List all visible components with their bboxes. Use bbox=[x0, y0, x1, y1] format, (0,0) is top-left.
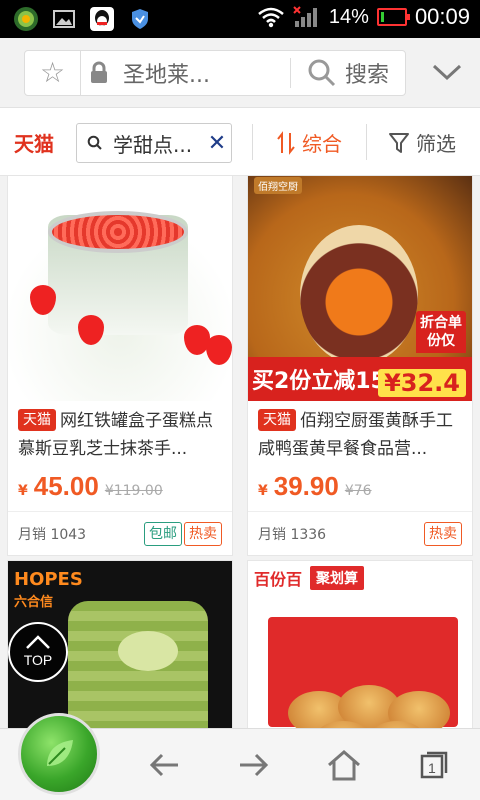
clear-search-button[interactable]: ✕ bbox=[203, 131, 231, 156]
product-card[interactable]: 百份百 聚划算 bbox=[247, 560, 473, 728]
forward-button[interactable] bbox=[234, 747, 274, 783]
wifi-icon bbox=[258, 7, 284, 28]
currency-symbol: ¥ bbox=[18, 483, 28, 499]
free-shipping-tag: 包邮 bbox=[144, 521, 182, 546]
divider bbox=[252, 124, 253, 160]
search-icon bbox=[77, 135, 113, 151]
sort-label: 综合 bbox=[302, 132, 342, 156]
status-bar: 14% 00:09 bbox=[0, 0, 480, 38]
sort-icon bbox=[277, 130, 295, 155]
signal-icon bbox=[293, 6, 317, 27]
shield-icon bbox=[128, 7, 152, 31]
product-price: 39.90 bbox=[273, 471, 339, 501]
search-input[interactable]: 学甜点... ✕ bbox=[76, 123, 232, 163]
arrow-left-icon bbox=[149, 753, 178, 777]
promo-banner: 买2份立减15 折合单份仅 ¥32.4 bbox=[248, 311, 472, 401]
brand-name: 百份百 bbox=[254, 570, 303, 589]
monthly-sales: 月销 1043 bbox=[18, 526, 87, 543]
app-notification-icon bbox=[14, 7, 38, 31]
juhuasuan-tag: 聚划算 bbox=[310, 566, 365, 590]
sort-button[interactable]: 综合 bbox=[276, 128, 342, 157]
tmall-badge: 天猫 bbox=[18, 409, 56, 431]
battery-icon bbox=[376, 8, 410, 26]
browser-menu-button[interactable] bbox=[18, 713, 100, 795]
promo-text: 买2份立减15 bbox=[252, 369, 386, 394]
product-card[interactable]: 天猫 网红铁罐盒子蛋糕点慕斯豆乳芝士抹茶手... ¥ 45.00 ¥119.00 … bbox=[7, 176, 233, 556]
browser-bottom-nav: 1 bbox=[0, 713, 480, 800]
url-search-label: 搜索 bbox=[344, 63, 389, 88]
back-button[interactable] bbox=[144, 747, 184, 783]
promo-amount: ¥32.4 bbox=[378, 369, 466, 397]
cake-hole-graphic bbox=[118, 631, 178, 671]
product-price: 45.00 bbox=[33, 471, 99, 501]
arrow-right-icon bbox=[240, 753, 269, 777]
strawberry-graphic bbox=[78, 315, 104, 345]
lock-icon bbox=[81, 61, 117, 85]
brand-header: 百份百 聚划算 bbox=[248, 561, 472, 595]
price-row: ¥ 45.00 ¥119.00 bbox=[8, 465, 232, 503]
battery-percent: 14% bbox=[328, 5, 369, 28]
qq-icon bbox=[90, 7, 114, 31]
tabs-icon: 1 bbox=[420, 751, 448, 779]
url-search-button[interactable]: 搜索 bbox=[291, 57, 405, 89]
hot-sale-tag: 热卖 bbox=[184, 521, 222, 546]
browser-url-bar: ☆ 圣地莱... 搜索 bbox=[0, 38, 480, 108]
egg-yolk-pastry-graphic bbox=[300, 225, 418, 365]
search-filter-bar: 天猫 学甜点... ✕ 综合 筛选 bbox=[0, 108, 480, 176]
url-text[interactable]: 圣地莱... bbox=[117, 57, 290, 89]
product-grid: 天猫 网红铁罐盒子蛋糕点慕斯豆乳芝士抹茶手... ¥ 45.00 ¥119.00 … bbox=[0, 176, 480, 728]
product-image[interactable]: 百份百 聚划算 bbox=[248, 561, 472, 728]
filter-button[interactable]: 筛选 bbox=[388, 128, 456, 157]
hot-sale-tag: 热卖 bbox=[424, 521, 462, 546]
leaf-icon bbox=[47, 740, 73, 766]
original-price: ¥76 bbox=[344, 483, 372, 499]
tmall-badge: 天猫 bbox=[258, 409, 296, 431]
search-icon bbox=[308, 59, 336, 87]
original-price: ¥119.00 bbox=[104, 483, 163, 499]
divider bbox=[366, 124, 367, 160]
filter-icon bbox=[389, 132, 409, 153]
home-icon bbox=[328, 750, 360, 781]
promo-unit-label: 折合单份仅 bbox=[416, 311, 466, 353]
strawberry-topping-graphic bbox=[48, 211, 188, 253]
price-row: ¥ 39.90 ¥76 bbox=[248, 465, 472, 503]
chevron-up-icon bbox=[26, 635, 50, 649]
filter-label: 筛选 bbox=[416, 132, 456, 156]
image-notification-icon bbox=[52, 7, 76, 31]
product-card[interactable]: 佰翔空厨 买2份立减15 折合单份仅 ¥32.4 天猫 佰翔空厨蛋黄酥手工咸鸭蛋黄… bbox=[247, 176, 473, 556]
top-label: TOP bbox=[23, 652, 53, 668]
monthly-sales: 月销 1336 bbox=[258, 526, 327, 543]
chevron-down-icon[interactable] bbox=[432, 60, 462, 84]
svg-text:1: 1 bbox=[428, 760, 436, 776]
product-image[interactable]: 佰翔空厨 买2份立减15 折合单份仅 ¥32.4 bbox=[248, 176, 472, 401]
tmall-logo[interactable]: 天猫 bbox=[14, 128, 54, 157]
home-button[interactable] bbox=[324, 747, 364, 783]
brand-logo: HOPES 六合信 bbox=[14, 569, 83, 610]
bookmark-star-icon[interactable]: ☆ bbox=[25, 50, 81, 96]
brand-tag: 佰翔空厨 bbox=[254, 177, 302, 194]
url-box[interactable]: ☆ 圣地莱... 搜索 bbox=[24, 50, 406, 96]
clock: 00:09 bbox=[414, 4, 470, 29]
product-footer: 月销 1043 包邮 热卖 bbox=[8, 511, 232, 555]
product-title-block[interactable]: 天猫 佰翔空厨蛋黄酥手工咸鸭蛋黄早餐食品营... bbox=[248, 401, 472, 465]
product-title-block[interactable]: 天猫 网红铁罐盒子蛋糕点慕斯豆乳芝士抹茶手... bbox=[8, 401, 232, 465]
product-image[interactable] bbox=[8, 176, 232, 401]
product-footer: 月销 1336 热卖 bbox=[248, 511, 472, 555]
tabs-button[interactable]: 1 bbox=[414, 747, 454, 783]
strawberry-graphic bbox=[206, 335, 232, 365]
search-query: 学甜点... bbox=[113, 132, 193, 157]
back-to-top-button[interactable]: TOP bbox=[8, 622, 68, 682]
currency-symbol: ¥ bbox=[258, 483, 268, 499]
